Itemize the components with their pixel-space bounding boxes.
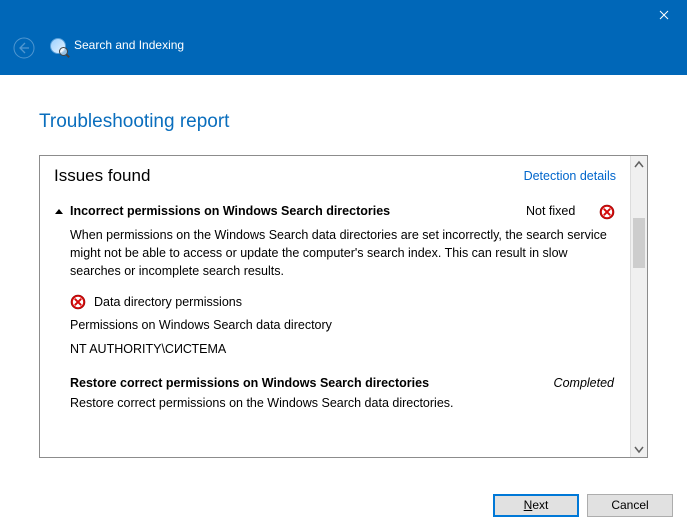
header-title: Search and Indexing [74,38,184,52]
collapse-toggle[interactable] [54,207,70,217]
scroll-thumb[interactable] [633,218,645,268]
footer: Next Cancel [0,481,687,529]
issues-found-heading: Issues found [54,166,150,186]
close-button[interactable] [641,0,687,30]
error-icon [599,204,615,220]
page-title: Troubleshooting report [39,111,648,133]
next-button[interactable]: Next [493,494,579,517]
triangle-up-icon [54,207,64,217]
sub-row: Data directory permissions [70,294,616,310]
issue-description: When permissions on the Windows Search d… [54,220,616,280]
chevron-down-icon [634,444,644,454]
app-icon [50,38,66,54]
report-box: Issues found Detection details Incorrect… [39,155,648,458]
body: Troubleshooting report Issues found Dete… [0,75,687,458]
action-description: Restore correct permissions on the Windo… [54,390,616,410]
issue-sub: Data directory permissions Permissions o… [54,294,616,356]
scroll-up-button[interactable] [631,156,647,173]
close-icon [659,10,669,20]
next-label: ext [532,498,548,512]
sub-title: Data directory permissions [94,295,242,309]
issue-row: Incorrect permissions on Windows Search … [54,194,616,220]
detection-details-link[interactable]: Detection details [524,169,616,183]
back-button [10,34,38,62]
scrollbar[interactable] [630,156,647,457]
issue-status: Not fixed [526,204,598,218]
titlebar [0,0,687,30]
header: Search and Indexing [0,30,687,75]
status-icon-wrap [598,204,616,220]
cancel-button[interactable]: Cancel [587,494,673,517]
issue: Incorrect permissions on Windows Search … [40,194,630,410]
error-icon [70,294,86,310]
scroll-down-button[interactable] [631,440,647,457]
issue-title: Incorrect permissions on Windows Search … [70,204,526,218]
report-content: Issues found Detection details Incorrect… [40,156,630,457]
section-head: Issues found Detection details [40,156,630,194]
action-title: Restore correct permissions on Windows S… [70,376,544,390]
action-row: Restore correct permissions on Windows S… [54,366,616,390]
sub-line-1: Permissions on Windows Search data direc… [70,318,616,332]
action-status: Completed [554,376,616,390]
sub-line-2: NT AUTHORITY\СИСТЕМА [70,342,616,356]
chevron-up-icon [634,160,644,170]
back-arrow-icon [13,37,35,59]
